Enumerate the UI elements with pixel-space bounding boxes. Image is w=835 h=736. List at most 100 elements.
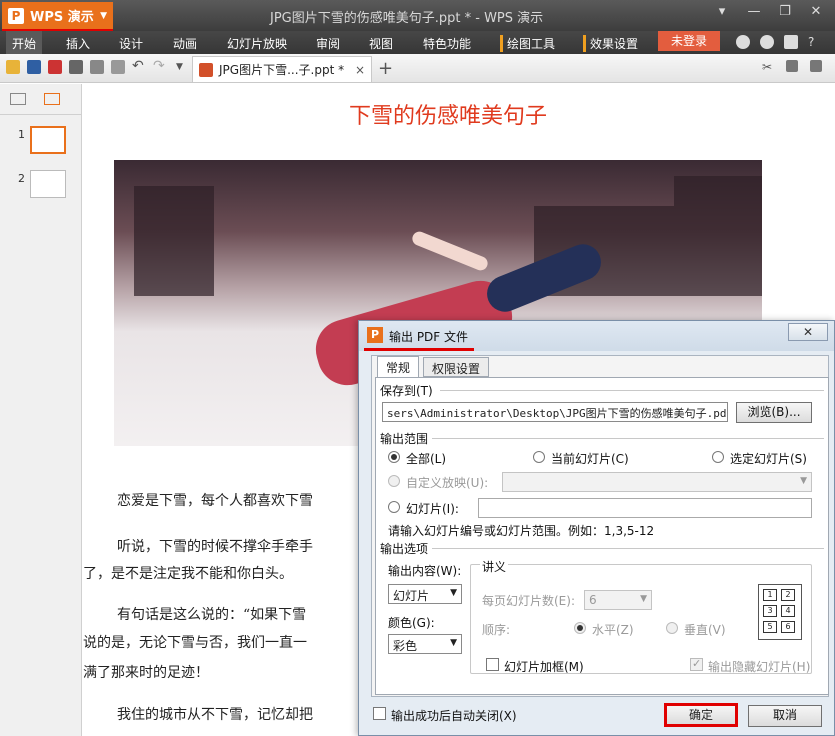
slide-thumbnail-1[interactable]	[30, 126, 66, 154]
options-label: 输出选项	[380, 542, 429, 556]
undo-icon[interactable]: ↶	[132, 58, 146, 74]
menu-drawing-tools[interactable]: 绘图工具	[500, 35, 555, 52]
layout-cell: 6	[781, 621, 795, 633]
save-icon[interactable]	[27, 60, 41, 74]
app-menu-button[interactable]: P WPS 演示 ▼	[2, 2, 113, 29]
order-vertical-radio[interactable]	[666, 622, 678, 634]
outline-tab-icon[interactable]	[10, 93, 26, 105]
menu-home[interactable]: 开始	[6, 31, 43, 54]
help-icon[interactable]: ?	[808, 35, 814, 49]
hidden-slides-label: 输出隐藏幻灯片(H)	[708, 660, 811, 674]
export-pdf-icon[interactable]	[48, 60, 62, 74]
wps-logo-icon: P	[367, 327, 383, 343]
slide-paragraph[interactable]: 听说，下雪的时候不撑伞手牵手	[117, 536, 313, 556]
range-selected-radio[interactable]	[712, 451, 724, 463]
range-all-label[interactable]: 全部(L)	[406, 450, 446, 467]
print-preview-icon[interactable]	[90, 60, 104, 74]
content-select[interactable]: 幻灯片 ▼	[388, 584, 462, 604]
custom-show-select[interactable]: ▼	[502, 472, 812, 492]
menu-features[interactable]: 特色功能	[423, 35, 471, 52]
dialog-title-bar[interactable]: P 输出 PDF 文件 ✕	[359, 321, 834, 351]
quick-toolbar: ↶ ↷ ▼ JPG图片下雪...子.ppt * × ✂	[0, 54, 835, 83]
menu-view[interactable]: 视图	[369, 35, 393, 52]
layout-cell: 2	[781, 589, 795, 601]
menu-review[interactable]: 审阅	[316, 35, 340, 52]
new-tab-button[interactable]: +	[378, 58, 393, 79]
range-selected-label[interactable]: 选定幻灯片(S)	[730, 450, 807, 467]
chevron-down-icon: ▼	[450, 588, 457, 598]
layout-cell: 5	[763, 621, 777, 633]
print-icon[interactable]	[69, 60, 83, 74]
document-tab[interactable]: JPG图片下雪...子.ppt * ×	[192, 56, 372, 82]
thumbnail-number: 2	[18, 172, 25, 185]
layout-cell: 3	[763, 605, 777, 617]
auto-close-label[interactable]: 输出成功后自动关闭(X)	[391, 707, 517, 724]
order-horizontal-radio[interactable]	[574, 622, 586, 634]
hidden-slides-checkbox[interactable]	[690, 657, 703, 671]
slide-paragraph[interactable]: 了，是不是注定我不能和你白头。	[83, 563, 293, 583]
color-select[interactable]: 彩色 ▼	[388, 634, 462, 654]
export-pdf-dialog: P 输出 PDF 文件 ✕ 常规 权限设置 保存到(T) sers\Admini…	[358, 320, 835, 736]
menu-effect-settings[interactable]: 效果设置	[583, 35, 638, 52]
person-hand-shape	[410, 229, 490, 273]
format-painter-icon[interactable]	[111, 60, 125, 74]
skin-icon[interactable]	[736, 35, 750, 49]
shirt-icon[interactable]	[784, 35, 798, 49]
content-select-value: 幻灯片	[393, 589, 430, 603]
slide-paragraph[interactable]: 有句话是这么说的：“如果下雪	[117, 604, 306, 624]
frame-slides-checkbox[interactable]	[486, 658, 499, 671]
per-page-select[interactable]: 6 ▼	[584, 590, 652, 610]
close-button[interactable]: ✕	[804, 4, 828, 19]
dialog-title: 输出 PDF 文件	[389, 330, 469, 344]
pin-icon[interactable]: ✂	[762, 60, 776, 74]
slide-paragraph[interactable]: 满了那来时的足迹！	[83, 662, 209, 682]
tab-general[interactable]: 常规	[377, 356, 420, 378]
window-icon[interactable]	[786, 60, 798, 72]
restore-button[interactable]: ❐	[773, 4, 797, 19]
menu-design[interactable]: 设计	[119, 35, 143, 52]
redo-icon[interactable]: ↷	[153, 58, 167, 74]
range-all-radio[interactable]	[388, 451, 400, 463]
login-button[interactable]: 未登录	[658, 31, 720, 51]
handout-layout-preview: 1 2 3 4 5 6	[758, 584, 802, 640]
highlight-underline	[364, 348, 474, 351]
slide-paragraph[interactable]: 恋爱是下雪，每个人都喜欢下雪	[117, 490, 313, 510]
auto-close-checkbox[interactable]	[373, 707, 386, 720]
range-custom-label: 自定义放映(U):	[406, 476, 489, 490]
close-tab-icon[interactable]: ×	[355, 63, 365, 77]
save-path-input[interactable]: sers\Administrator\Desktop\JPG图片下雪的伤感唯美句…	[382, 402, 728, 422]
open-folder-icon[interactable]	[6, 60, 20, 74]
dialog-close-button[interactable]: ✕	[788, 323, 828, 341]
ok-button[interactable]: 确定	[664, 703, 738, 727]
cancel-button[interactable]: 取消	[748, 705, 822, 727]
range-slides-label[interactable]: 幻灯片(I):	[406, 500, 459, 517]
sync-icon[interactable]	[760, 35, 774, 49]
slide-paragraph[interactable]: 说的是，无论下雪与否，我们一直一	[83, 632, 307, 652]
wps-logo-icon: P	[8, 7, 24, 24]
slide-thumbnail-2[interactable]	[30, 170, 66, 198]
browse-button[interactable]: 浏览(B)...	[736, 402, 812, 423]
menu-animation[interactable]: 动画	[173, 35, 197, 52]
range-current-label[interactable]: 当前幻灯片(C)	[551, 450, 629, 467]
panel-divider	[0, 114, 82, 115]
minimize-button[interactable]: —	[742, 4, 766, 19]
tab-permissions[interactable]: 权限设置	[423, 357, 490, 377]
slide-title[interactable]: 下雪的伤感唯美句子	[83, 98, 813, 130]
slide-range-input[interactable]	[478, 498, 812, 518]
chevron-down-icon: ▼	[800, 476, 807, 486]
slide-paragraph[interactable]: 我住的城市从不下雪，记忆却把	[117, 704, 313, 724]
chevron-down-icon: ▼	[100, 10, 107, 21]
slides-tab-icon[interactable]	[44, 93, 60, 105]
layout-icon[interactable]	[810, 60, 822, 72]
frame-slides-label[interactable]: 幻灯片加框(M)	[504, 658, 584, 675]
help-dropdown-icon[interactable]: ▾	[710, 4, 734, 19]
range-slides-radio[interactable]	[388, 501, 400, 513]
menu-slideshow[interactable]: 幻灯片放映	[227, 35, 287, 52]
content-label: 输出内容(W):	[388, 564, 462, 578]
menu-insert[interactable]: 插入	[66, 35, 90, 52]
save-to-label: 保存到(T)	[380, 384, 433, 398]
range-current-radio[interactable]	[533, 451, 545, 463]
range-custom-radio[interactable]	[388, 475, 400, 487]
customize-dropdown-icon[interactable]: ▼	[176, 62, 190, 76]
range-label: 输出范围	[380, 432, 429, 446]
